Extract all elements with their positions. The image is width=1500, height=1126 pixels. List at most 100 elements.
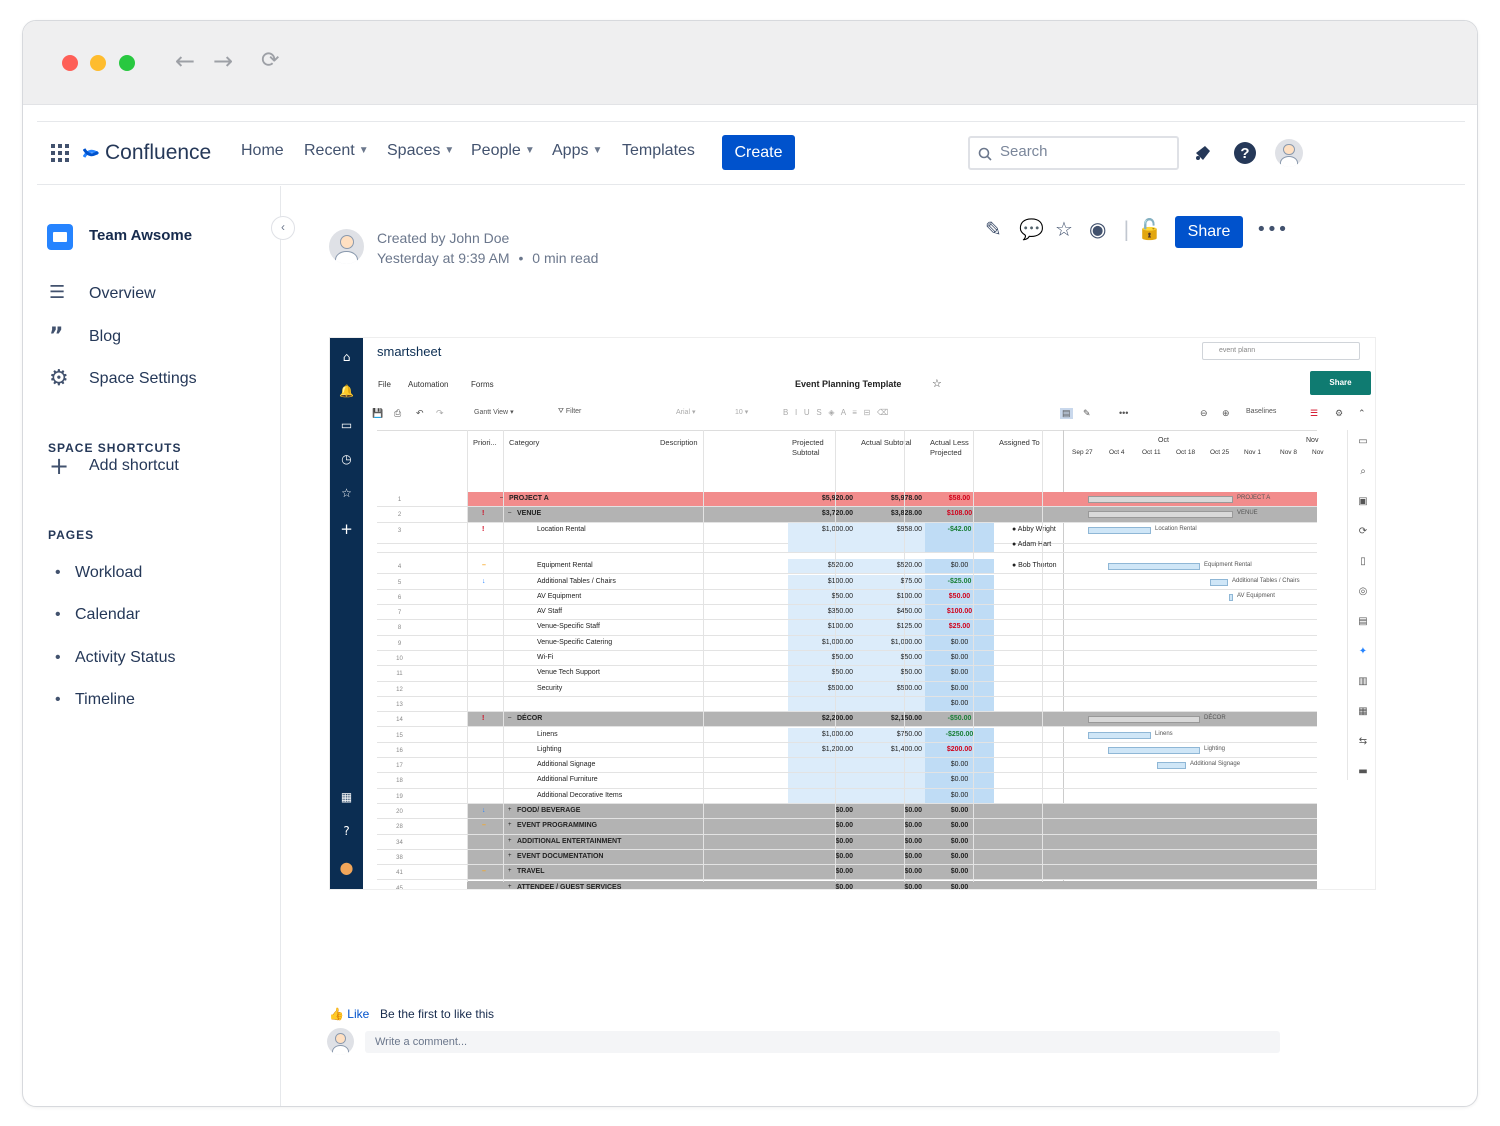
smartsheet-share-button[interactable]: Share [1310,371,1371,395]
like-button[interactable]: 👍 Like [329,1007,369,1021]
maximize-window-dot[interactable] [119,55,135,71]
nav-spaces[interactable]: Spaces ▼ [387,142,454,160]
nav-templates[interactable]: Templates [622,142,695,160]
baselines-button[interactable]: Baselines [1246,408,1276,415]
col-header-description[interactable]: Description [660,438,698,448]
recent-clock-icon[interactable]: ◷ [330,452,363,466]
folder-icon[interactable]: ▭ [330,418,363,432]
profile-avatar[interactable]: ● [330,858,363,877]
table-row[interactable]: 6 AV Equipment $50.00 $100.00 $50.00 AV Equip… [377,589,1317,606]
workflow-icon[interactable]: ◎ [1348,586,1375,597]
critical-path-icon[interactable]: ☰ [1310,408,1318,419]
share-button[interactable]: Share [1175,216,1243,248]
filter-button[interactable]: ⛛ Filter [558,408,581,416]
col-header-priority[interactable]: Priori... [473,438,497,448]
smartsheet-embed[interactable]: ⌂ 🔔 ▭ ◷ ☆ + ▦ ? ● smartsheet event plann… [329,337,1376,890]
created-by[interactable]: Created by John Doe [377,228,598,248]
collapse-toolbar-icon[interactable]: ⌃ [1358,408,1366,419]
table-row[interactable]: 17 Additional Signage $0.00 Additional Sign… [377,758,1317,774]
gantt-bar[interactable] [1157,762,1186,770]
redo-icon[interactable]: ↷ [436,408,444,419]
table-row[interactable]: 20 ↓ + FOOD/ BEVERAGE $0.00 $0.00 $0.00 [377,804,1317,820]
attachments-icon[interactable]: ⌕ [1348,466,1375,477]
table-row[interactable]: 1– PROJECT A $5,920.00 $5,978.00 $58.00 PROJE… [377,492,1317,508]
page-item-timeline[interactable]: Timeline [55,691,135,709]
gantt-bar[interactable] [1088,511,1233,519]
home-icon[interactable]: ⌂ [330,350,363,364]
menu-forms[interactable]: Forms [471,380,494,389]
gantt-bar[interactable] [1088,526,1151,534]
more-toolbar-icon[interactable]: ••• [1119,408,1128,418]
print-icon[interactable]: ⎙ [394,408,401,419]
launcher-grid-icon[interactable]: ▦ [330,790,363,804]
table-row[interactable]: 15 Linens $1,000.00 $750.00 -$250.00 Linens [377,727,1317,743]
zoom-out-icon[interactable]: ⊖ [1200,408,1208,419]
space-name[interactable]: Team Awsome [89,227,192,244]
more-actions-icon[interactable]: ••• [1256,219,1288,240]
close-window-dot[interactable] [62,55,78,71]
gantt-bar[interactable] [1088,496,1233,503]
table-row[interactable]: 45 + ATTENDEE / GUEST SERVICES $0.00 $0.00 $0… [377,880,1317,889]
save-icon[interactable]: 💾 [372,408,383,419]
author-avatar[interactable] [329,229,364,264]
table-row[interactable]: 13 $0.00 [377,696,1317,713]
sidebar-item-overview[interactable]: Overview [89,285,156,303]
forms-icon[interactable]: ▤ [1348,616,1375,627]
nav-home[interactable]: Home [241,142,284,160]
menu-file[interactable]: File [378,380,391,389]
gantt-bar[interactable] [1088,731,1151,739]
text-format-icons[interactable]: B I U S ◈ A ≡ ⊟ ⌫ [783,408,888,417]
undo-icon[interactable]: ↶ [416,408,424,419]
table-row[interactable]: 18 Additional Furniture $0.00 [377,773,1317,789]
table-row[interactable]: ● Adam Hart [377,537,1317,554]
nav-recent[interactable]: Recent ▼ [304,142,369,160]
nav-people[interactable]: People ▼ [471,142,535,160]
table-row[interactable]: 16 Lighting $1,200.00 $1,400.00 $200.00 Light… [377,742,1317,759]
grid-view-icon[interactable]: ▤ [1060,408,1073,419]
table-row[interactable]: 7 AV Staff $350.00 $450.00 $100.00 [377,605,1317,621]
gantt-bar[interactable] [1088,716,1200,724]
back-arrow-icon[interactable]: ← [175,47,195,75]
gantt-bar[interactable] [1108,563,1200,571]
table-row[interactable]: 28 – + EVENT PROGRAMMING $0.00 $0.00 $0.00 [377,819,1317,835]
watch-eye-icon[interactable]: ◉ [1089,217,1106,241]
sheet-favorite-star-icon[interactable]: ☆ [932,377,942,390]
comment-input[interactable] [365,1031,1280,1053]
create-button[interactable]: Create [722,135,795,170]
proofing-icon[interactable]: ▣ [1348,496,1375,507]
search-field[interactable] [968,136,1179,170]
zoom-in-icon[interactable]: ⊕ [1222,408,1230,419]
edit-pencil-icon[interactable]: ✎ [985,217,1002,241]
bell-icon[interactable]: 🔔 [330,384,363,398]
bulb-icon[interactable]: ✦ [1348,646,1375,657]
col-header-category[interactable]: Category [509,438,539,448]
table-row[interactable]: 4 – Equipment Rental $520.00 $520.00 $0.00 ● B… [377,559,1317,575]
help-icon[interactable]: ? [1233,141,1257,165]
minimize-window-dot[interactable] [90,55,106,71]
user-avatar[interactable] [1275,139,1303,167]
table-row[interactable]: 8 Venue-Specific Staff $100.00 $125.00 $25.0… [377,620,1317,636]
notifications-icon[interactable] [1193,143,1213,163]
table-row[interactable]: 19 Additional Decorative Items $0.00 [377,788,1317,804]
app-switcher-icon[interactable] [51,144,69,162]
settings-gear-icon[interactable]: ⚙ [1335,408,1343,419]
menu-automation[interactable]: Automation [408,380,448,389]
page-item-workload[interactable]: Workload [55,564,142,582]
activity-icon[interactable]: ⟳ [1348,526,1375,537]
apps-icon[interactable]: ▦ [1348,706,1375,717]
smartsheet-search[interactable]: event plann [1202,342,1360,360]
table-row[interactable]: 2! – VENUE $3,720.00 $3,828.00 $108.00 VENUE [377,507,1317,523]
reload-icon[interactable]: ⟳ [261,48,279,73]
table-row[interactable]: 5 ↓ Additional Tables / Chairs $100.00 $75.0… [377,574,1317,590]
table-row[interactable]: 9 Venue-Specific Catering $1,000.00 $1,000.… [377,635,1317,651]
collapse-sidebar-button[interactable]: ‹ [271,216,295,240]
help-icon[interactable]: ? [330,824,363,838]
table-row[interactable]: 11 Venue Tech Support $50.00 $50.00 $0.00 [377,666,1317,682]
gantt-bar[interactable] [1108,746,1200,754]
table-row[interactable]: 41 – + TRAVEL $0.00 $0.00 $0.00 [377,865,1317,881]
table-row[interactable]: 38 + EVENT DOCUMENTATION $0.00 $0.00 $0.00 [377,849,1317,866]
sidebar-item-space-settings[interactable]: Space Settings [89,370,197,388]
add-shortcut-link[interactable]: Add shortcut [89,457,179,475]
chat-icon[interactable]: ▬ [1348,766,1375,777]
col-header-actual-less[interactable]: Actual Less Projected [930,438,985,458]
